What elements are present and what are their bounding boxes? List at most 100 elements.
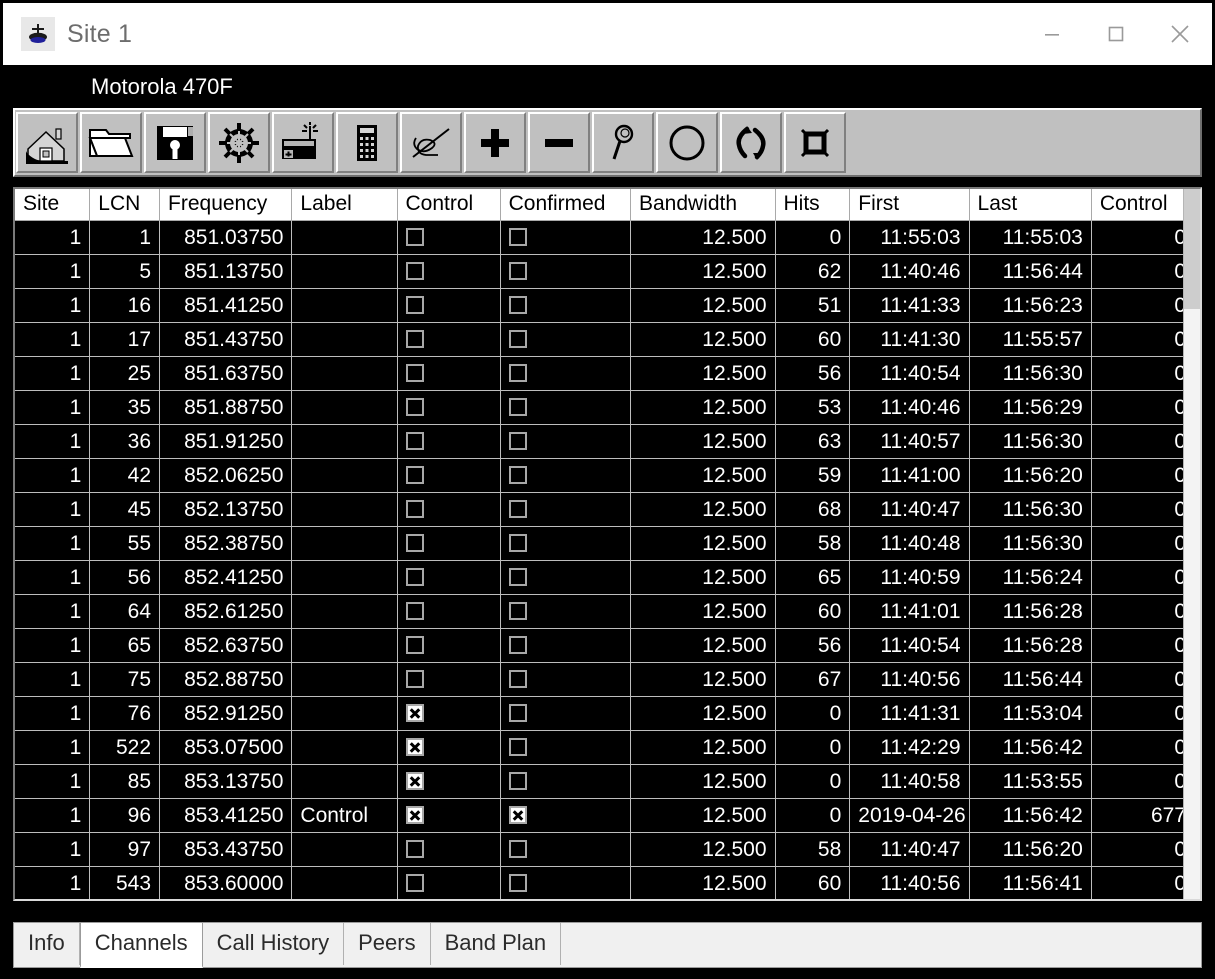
col-header-bandwidth[interactable]: Bandwidth (630, 189, 776, 221)
cell-confirmed-checkbox[interactable] (500, 628, 631, 663)
col-header-control[interactable]: Control (397, 189, 501, 221)
checkbox-unchecked-icon[interactable] (405, 567, 424, 586)
cell-confirmed-checkbox[interactable] (500, 322, 631, 357)
checkbox-unchecked-icon[interactable] (508, 771, 527, 790)
table-row[interactable]: 175852.88750 12.5006711:40:5611:56:440 (15, 662, 1183, 697)
settings-button[interactable] (208, 112, 270, 173)
table-row[interactable]: 125851.63750 12.5005611:40:5411:56:300 (15, 356, 1183, 391)
checkbox-unchecked-icon[interactable] (508, 363, 527, 382)
signature-button[interactable] (400, 112, 462, 173)
checkbox-unchecked-icon[interactable] (405, 329, 424, 348)
scrollbar-track[interactable] (1184, 309, 1200, 899)
checkbox-unchecked-icon[interactable] (405, 635, 424, 654)
checkbox-unchecked-icon[interactable] (405, 431, 424, 450)
cell-confirmed-checkbox[interactable] (500, 560, 631, 595)
col-header-label[interactable]: Label (291, 189, 398, 221)
tab-peers[interactable]: Peers (344, 923, 431, 965)
cell-control-checkbox[interactable] (397, 492, 501, 527)
checkbox-unchecked-icon[interactable] (508, 397, 527, 416)
target-button[interactable] (784, 112, 846, 173)
cell-confirmed-checkbox[interactable] (500, 696, 631, 731)
tab-call-history[interactable]: Call History (202, 923, 345, 965)
checkbox-unchecked-icon[interactable] (508, 261, 527, 280)
add-button[interactable] (464, 112, 526, 173)
calculator-button[interactable] (336, 112, 398, 173)
cell-control-checkbox[interactable] (397, 628, 501, 663)
scrollbar-thumb[interactable] (1184, 189, 1200, 309)
cell-control-checkbox[interactable] (397, 662, 501, 697)
checkbox-unchecked-icon[interactable] (508, 227, 527, 246)
checkbox-unchecked-icon[interactable] (508, 329, 527, 348)
cell-control-checkbox[interactable] (397, 424, 501, 459)
cell-confirmed-checkbox[interactable] (500, 526, 631, 561)
cell-confirmed-checkbox[interactable] (500, 866, 631, 899)
save-button[interactable] (144, 112, 206, 173)
cell-control-checkbox[interactable] (397, 356, 501, 391)
refresh-button[interactable] (720, 112, 782, 173)
checkbox-checked-icon[interactable] (405, 703, 424, 722)
table-row[interactable]: 185853.1375012.500011:40:5811:53:550 (15, 764, 1183, 799)
checkbox-unchecked-icon[interactable] (405, 261, 424, 280)
checkbox-unchecked-icon[interactable] (508, 499, 527, 518)
checkbox-unchecked-icon[interactable] (405, 601, 424, 620)
cell-control-checkbox[interactable] (397, 458, 501, 493)
home-button[interactable] (16, 112, 78, 173)
checkbox-unchecked-icon[interactable] (405, 839, 424, 858)
table-row[interactable]: 136851.91250 12.5006311:40:5711:56:300 (15, 424, 1183, 459)
remove-button[interactable] (528, 112, 590, 173)
cell-confirmed-checkbox[interactable] (500, 798, 631, 833)
table-row[interactable]: 135851.88750 12.5005311:40:4611:56:290 (15, 390, 1183, 425)
table-row[interactable]: 117851.43750 12.5006011:41:3011:55:570 (15, 322, 1183, 357)
cell-control-checkbox[interactable] (397, 594, 501, 629)
cell-confirmed-checkbox[interactable] (500, 390, 631, 425)
col-header-lcn[interactable]: LCN (89, 189, 161, 221)
checkbox-checked-icon[interactable] (405, 737, 424, 756)
table-row[interactable]: 145852.13750 12.5006811:40:4711:56:300 (15, 492, 1183, 527)
cell-confirmed-checkbox[interactable] (500, 764, 631, 799)
table-row[interactable]: 11851.0375012.500011:55:0311:55:030 (15, 220, 1183, 255)
close-button[interactable] (1148, 3, 1212, 65)
checkbox-unchecked-icon[interactable] (508, 431, 527, 450)
col-header-control-count[interactable]: Control (1091, 189, 1183, 221)
cell-control-checkbox[interactable] (397, 526, 501, 561)
checkbox-unchecked-icon[interactable] (508, 533, 527, 552)
tab-channels[interactable]: Channels (79, 922, 203, 968)
checkbox-unchecked-icon[interactable] (405, 295, 424, 314)
cell-control-checkbox[interactable] (397, 696, 501, 731)
cell-confirmed-checkbox[interactable] (500, 288, 631, 323)
checkbox-checked-icon[interactable] (405, 771, 424, 790)
table-row[interactable]: 1522853.0750012.500011:42:2911:56:420 (15, 730, 1183, 765)
cell-control-checkbox[interactable] (397, 254, 501, 289)
checkbox-unchecked-icon[interactable] (508, 737, 527, 756)
table-row[interactable]: 164852.61250 12.5006011:41:0111:56:280 (15, 594, 1183, 629)
table-row[interactable]: 197853.43750 12.5005811:40:4711:56:200 (15, 832, 1183, 867)
cell-control-checkbox[interactable] (397, 832, 501, 867)
checkbox-unchecked-icon[interactable] (508, 567, 527, 586)
cell-control-checkbox[interactable] (397, 866, 501, 899)
checkbox-checked-icon[interactable] (405, 805, 424, 824)
checkbox-unchecked-icon[interactable] (508, 839, 527, 858)
record-button[interactable] (656, 112, 718, 173)
cell-confirmed-checkbox[interactable] (500, 254, 631, 289)
tab-band-plan[interactable]: Band Plan (430, 923, 562, 965)
cell-confirmed-checkbox[interactable] (500, 458, 631, 493)
cell-control-checkbox[interactable] (397, 220, 501, 255)
find-button[interactable] (592, 112, 654, 173)
col-header-hits[interactable]: Hits (775, 189, 851, 221)
cell-control-checkbox[interactable] (397, 764, 501, 799)
tab-info[interactable]: Info (14, 923, 80, 965)
cell-confirmed-checkbox[interactable] (500, 492, 631, 527)
col-header-last[interactable]: Last (969, 189, 1092, 221)
cell-confirmed-checkbox[interactable] (500, 424, 631, 459)
cell-confirmed-checkbox[interactable] (500, 220, 631, 255)
cell-control-checkbox[interactable] (397, 322, 501, 357)
cell-control-checkbox[interactable] (397, 730, 501, 765)
checkbox-unchecked-icon[interactable] (508, 295, 527, 314)
cell-control-checkbox[interactable] (397, 288, 501, 323)
col-header-site[interactable]: Site (15, 189, 91, 221)
checkbox-unchecked-icon[interactable] (508, 703, 527, 722)
table-row[interactable]: 155852.38750 12.5005811:40:4811:56:300 (15, 526, 1183, 561)
cell-confirmed-checkbox[interactable] (500, 356, 631, 391)
minimize-button[interactable] (1020, 3, 1084, 65)
checkbox-unchecked-icon[interactable] (405, 397, 424, 416)
